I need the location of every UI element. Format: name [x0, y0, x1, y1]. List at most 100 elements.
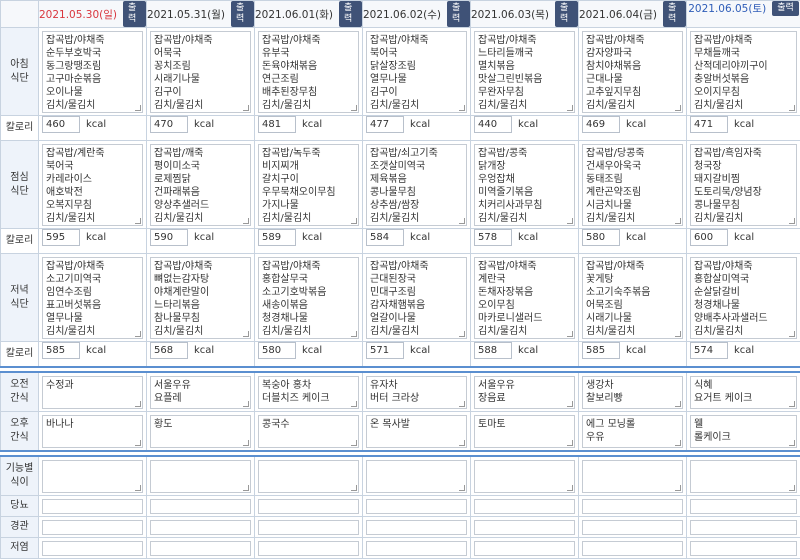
- resize-grip-icon[interactable]: [789, 439, 795, 446]
- low_salt-input[interactable]: [690, 540, 797, 556]
- am_snack-textarea[interactable]: 서울우유 요플레: [150, 375, 251, 409]
- resize-grip-icon[interactable]: [675, 484, 681, 491]
- resize-grip-icon[interactable]: [459, 400, 465, 407]
- resize-grip-icon[interactable]: [351, 484, 357, 491]
- resize-grip-icon[interactable]: [243, 331, 249, 337]
- breakfast-menu-textarea[interactable]: 잡곡밥/야채죽 어묵국 꽁치조림 시래기나물 김구이 김치/물김치: [150, 31, 251, 113]
- resize-grip-icon[interactable]: [135, 484, 141, 491]
- calorie-input[interactable]: 588: [474, 342, 512, 359]
- pm_snack-textarea[interactable]: 황도: [150, 414, 251, 448]
- calorie-input[interactable]: 600: [690, 229, 728, 246]
- low_salt-input[interactable]: [150, 540, 251, 556]
- calorie-input[interactable]: 471: [690, 116, 728, 133]
- calorie-input[interactable]: 470: [150, 116, 188, 133]
- pm_snack-textarea[interactable]: 온 목사발: [366, 414, 467, 448]
- pm_snack-textarea[interactable]: 토마토: [474, 414, 575, 448]
- lunch-menu-textarea[interactable]: 잡곡밥/당콩죽 건새우아욱국 동태조림 계란곤약조림 시금치나물 김치/물김치: [582, 144, 683, 226]
- resize-grip-icon[interactable]: [351, 218, 357, 224]
- calorie-input[interactable]: 481: [258, 116, 296, 133]
- am_snack-textarea[interactable]: 식혜 요거트 케이크: [690, 375, 797, 409]
- print-button[interactable]: 출력: [122, 1, 146, 27]
- functional-textarea[interactable]: [366, 459, 467, 493]
- resize-grip-icon[interactable]: [243, 105, 249, 111]
- resize-grip-icon[interactable]: [351, 439, 357, 446]
- resize-grip-icon[interactable]: [243, 218, 249, 224]
- resize-grip-icon[interactable]: [135, 331, 141, 337]
- resize-grip-icon[interactable]: [351, 105, 357, 111]
- breakfast-menu-textarea[interactable]: 잡곡밥/야채죽 감자양파국 참치야채볶음 근대나물 고추잎지무침 김치/물김치: [582, 31, 683, 113]
- tube-input[interactable]: [474, 519, 575, 535]
- calorie-input[interactable]: 477: [366, 116, 404, 133]
- print-button[interactable]: 출력: [230, 1, 254, 27]
- sugar-input[interactable]: [366, 498, 467, 514]
- dinner-menu-textarea[interactable]: 잡곡밥/야채죽 홍합살미역국 순살닭갈비 청경채나물 양배추사과샐러드 김치/물김치: [690, 257, 797, 339]
- breakfast-menu-textarea[interactable]: 잡곡밥/야채죽 유부국 돈육야채볶음 연근조림 배추된장무침 김치/물김치: [258, 31, 359, 113]
- calorie-input[interactable]: 584: [366, 229, 404, 246]
- resize-grip-icon[interactable]: [789, 105, 795, 111]
- print-button[interactable]: 출력: [662, 1, 686, 27]
- resize-grip-icon[interactable]: [567, 400, 573, 407]
- resize-grip-icon[interactable]: [789, 218, 795, 224]
- resize-grip-icon[interactable]: [567, 105, 573, 111]
- calorie-input[interactable]: 580: [582, 229, 620, 246]
- resize-grip-icon[interactable]: [351, 400, 357, 407]
- resize-grip-icon[interactable]: [459, 439, 465, 446]
- tube-input[interactable]: [150, 519, 251, 535]
- tube-input[interactable]: [42, 519, 143, 535]
- resize-grip-icon[interactable]: [567, 331, 573, 337]
- breakfast-menu-textarea[interactable]: 잡곡밥/야채죽 순두부호박국 동그랑땡조림 고구마순볶음 오이나물 김치/물김치: [42, 31, 143, 113]
- print-button[interactable]: 출력: [338, 1, 362, 27]
- calorie-input[interactable]: 580: [258, 342, 296, 359]
- resize-grip-icon[interactable]: [567, 484, 573, 491]
- sugar-input[interactable]: [42, 498, 143, 514]
- pm_snack-textarea[interactable]: 바나나: [42, 414, 143, 448]
- dinner-menu-textarea[interactable]: 잡곡밥/야채죽 소고기미역국 임연수조림 표고버섯볶음 열무나물 김치/물김치: [42, 257, 143, 339]
- tube-input[interactable]: [582, 519, 683, 535]
- functional-textarea[interactable]: [42, 459, 143, 493]
- resize-grip-icon[interactable]: [675, 439, 681, 446]
- resize-grip-icon[interactable]: [459, 331, 465, 337]
- calorie-input[interactable]: 590: [150, 229, 188, 246]
- resize-grip-icon[interactable]: [789, 331, 795, 337]
- resize-grip-icon[interactable]: [243, 484, 249, 491]
- low_salt-input[interactable]: [474, 540, 575, 556]
- calorie-input[interactable]: 595: [42, 229, 80, 246]
- resize-grip-icon[interactable]: [135, 105, 141, 111]
- tube-input[interactable]: [366, 519, 467, 535]
- calorie-input[interactable]: 574: [690, 342, 728, 359]
- sugar-input[interactable]: [150, 498, 251, 514]
- lunch-menu-textarea[interactable]: 잡곡밥/계란죽 북어국 카레라이스 애호박전 오복지무침 김치/물김치: [42, 144, 143, 226]
- resize-grip-icon[interactable]: [675, 218, 681, 224]
- low_salt-input[interactable]: [258, 540, 359, 556]
- tube-input[interactable]: [690, 519, 797, 535]
- functional-textarea[interactable]: [690, 459, 797, 493]
- sugar-input[interactable]: [258, 498, 359, 514]
- resize-grip-icon[interactable]: [675, 331, 681, 337]
- calorie-input[interactable]: 585: [42, 342, 80, 359]
- pm_snack-textarea[interactable]: 웰 롤케이크: [690, 414, 797, 448]
- resize-grip-icon[interactable]: [567, 439, 573, 446]
- am_snack-textarea[interactable]: 수정과: [42, 375, 143, 409]
- calorie-input[interactable]: 460: [42, 116, 80, 133]
- low_salt-input[interactable]: [582, 540, 683, 556]
- resize-grip-icon[interactable]: [243, 439, 249, 446]
- resize-grip-icon[interactable]: [789, 400, 795, 407]
- calorie-input[interactable]: 440: [474, 116, 512, 133]
- calorie-input[interactable]: 568: [150, 342, 188, 359]
- functional-textarea[interactable]: [582, 459, 683, 493]
- dinner-menu-textarea[interactable]: 잡곡밥/야채죽 홍합살무국 소고기호박볶음 새송이볶음 청경채나물 김치/물김치: [258, 257, 359, 339]
- functional-textarea[interactable]: [474, 459, 575, 493]
- print-button[interactable]: 출력: [554, 1, 578, 27]
- functional-textarea[interactable]: [258, 459, 359, 493]
- resize-grip-icon[interactable]: [459, 105, 465, 111]
- dinner-menu-textarea[interactable]: 잡곡밥/야채죽 꽃게탕 소고기숙주볶음 어묵조림 시래기나물 김치/물김치: [582, 257, 683, 339]
- resize-grip-icon[interactable]: [135, 439, 141, 446]
- print-button[interactable]: 출력: [446, 1, 470, 27]
- am_snack-textarea[interactable]: 서울우유 장음료: [474, 375, 575, 409]
- breakfast-menu-textarea[interactable]: 잡곡밥/야채죽 느타리들깨국 멸치볶음 맛살그린빈볶음 무완자무침 김치/물김치: [474, 31, 575, 113]
- breakfast-menu-textarea[interactable]: 잡곡밥/야채죽 북어국 닭살장조림 열무나물 김구이 김치/물김치: [366, 31, 467, 113]
- dinner-menu-textarea[interactable]: 잡곡밥/야채죽 계란국 돈채자장볶음 오이무침 마카로니샐러드 김치/물김치: [474, 257, 575, 339]
- calorie-input[interactable]: 589: [258, 229, 296, 246]
- resize-grip-icon[interactable]: [789, 484, 795, 491]
- resize-grip-icon[interactable]: [351, 331, 357, 337]
